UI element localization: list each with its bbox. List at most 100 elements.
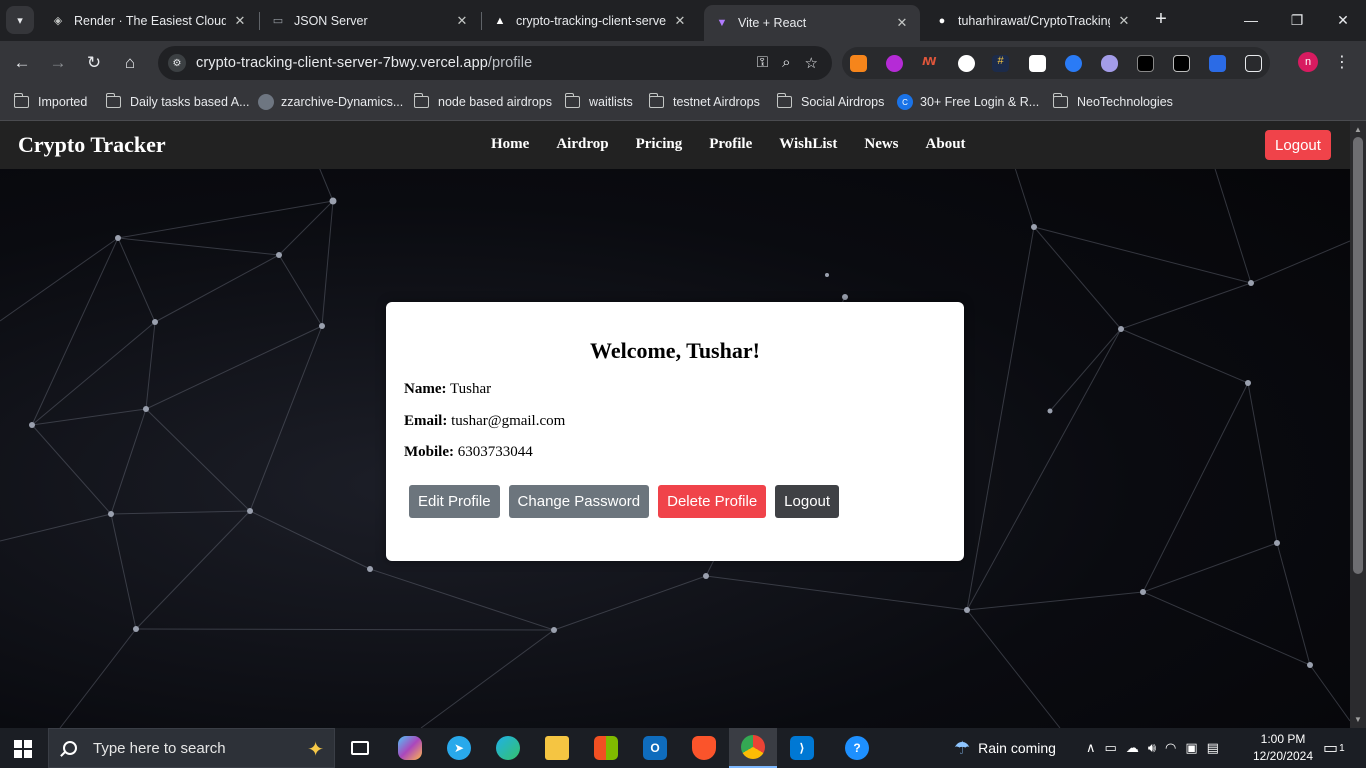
delete-profile-button[interactable]: Delete Profile bbox=[658, 485, 767, 518]
puzzle-extensions-icon[interactable] bbox=[1245, 55, 1262, 72]
bookmark-folder[interactable]: waitlists bbox=[564, 93, 633, 111]
bookmark-label: Social Airdrops bbox=[801, 95, 885, 109]
taskbar-app-chrome[interactable] bbox=[729, 728, 777, 768]
extension-icon[interactable] bbox=[958, 55, 975, 72]
scroll-up-icon[interactable]: ▲ bbox=[1354, 125, 1362, 134]
taskbar-clock[interactable]: 1:00 PM 12/20/2024 bbox=[1250, 731, 1316, 765]
windows-start-icon[interactable] bbox=[14, 740, 32, 758]
bookmark-link[interactable]: C 30+ Free Login & R... bbox=[897, 93, 1039, 111]
hashtag-extension-icon[interactable]: # bbox=[992, 55, 1009, 72]
close-icon[interactable]: ✕ bbox=[1116, 13, 1132, 29]
extension-icon[interactable] bbox=[1101, 55, 1118, 72]
cloud-icon[interactable]: ☁ bbox=[1126, 740, 1139, 756]
metamask-icon[interactable] bbox=[850, 55, 867, 72]
site-brand[interactable]: Crypto Tracker bbox=[18, 132, 166, 158]
home-icon: ⌂ bbox=[124, 53, 136, 72]
vite-icon: ▼ bbox=[716, 17, 728, 29]
browser-tab-active[interactable]: ▼ Vite + React ✕ bbox=[704, 5, 920, 41]
bookmark-star-icon[interactable]: ☆ bbox=[805, 54, 818, 72]
edit-profile-button[interactable]: Edit Profile bbox=[409, 485, 500, 518]
bookmark-link[interactable]: zzarchive-Dynamics... bbox=[258, 93, 403, 111]
nav-link-wishlist[interactable]: WishList bbox=[779, 136, 837, 153]
close-window-button[interactable]: ✕ bbox=[1320, 6, 1366, 34]
edge-icon bbox=[496, 736, 520, 760]
close-icon[interactable]: ✕ bbox=[232, 13, 248, 29]
zoom-icon[interactable]: ⌕ bbox=[782, 54, 790, 72]
page-scrollbar[interactable]: ▲ ▼ bbox=[1350, 121, 1366, 728]
taskbar-app-edge[interactable] bbox=[484, 728, 532, 768]
extension-icon[interactable] bbox=[1065, 55, 1082, 72]
browser-tab[interactable]: ▭ JSON Server ✕ bbox=[260, 5, 480, 36]
taskbar-app-vscode[interactable]: ⟩ bbox=[778, 728, 826, 768]
welcome-heading: Welcome, Tushar! bbox=[590, 338, 760, 363]
sparkle-icon: ✦ bbox=[307, 739, 324, 761]
display-icon[interactable]: ▤ bbox=[1207, 740, 1219, 756]
address-bar[interactable]: ⚙ crypto-tracking-client-server-7bwy.ver… bbox=[158, 46, 832, 80]
new-tab-button[interactable]: + bbox=[1150, 8, 1172, 30]
browser-tab[interactable]: ◈ Render · The Easiest Cloud For ✕ bbox=[40, 5, 258, 36]
battery-icon[interactable]: ▭ bbox=[1105, 740, 1117, 756]
profile-avatar[interactable]: n bbox=[1298, 52, 1318, 72]
extensions-area: ꟿ # bbox=[842, 47, 1270, 79]
name-value: Tushar bbox=[449, 381, 492, 397]
minimize-button[interactable]: — bbox=[1228, 6, 1274, 34]
taskbar-app-brave[interactable] bbox=[680, 728, 728, 768]
nav-link-profile[interactable]: Profile bbox=[709, 136, 752, 153]
chevron-up-icon[interactable]: ∧ bbox=[1086, 740, 1096, 756]
browser-tab[interactable]: ● tuharhirawat/CryptoTracking ✕ bbox=[924, 5, 1142, 36]
notification-center-button[interactable]: ▭ 1 bbox=[1323, 728, 1345, 768]
brave-icon bbox=[692, 736, 716, 760]
windows-taskbar: Type here to search ✦ ➤ O ⟩ ? ☂ Rain com… bbox=[0, 728, 1366, 768]
taskbar-search-box[interactable]: Type here to search ✦ bbox=[48, 728, 335, 768]
home-button[interactable]: ⌂ bbox=[117, 50, 143, 76]
url-text[interactable]: crypto-tracking-client-server-7bwy.verce… bbox=[196, 55, 532, 71]
bookmark-folder[interactable]: Daily tasks based A... bbox=[105, 93, 250, 111]
site-info-icon[interactable]: ⚙ bbox=[168, 54, 186, 72]
taskbar-app-copilot[interactable] bbox=[386, 728, 434, 768]
weather-widget[interactable]: ☂ Rain coming bbox=[954, 728, 1056, 768]
password-key-icon[interactable]: ⚿ bbox=[757, 54, 768, 72]
extension-icon[interactable]: ꟿ bbox=[922, 55, 939, 72]
reload-button[interactable]: ↻ bbox=[81, 50, 107, 76]
bookmark-folder[interactable]: Imported bbox=[13, 93, 87, 111]
more-menu-icon[interactable]: ⋮ bbox=[1334, 52, 1350, 72]
change-password-button[interactable]: Change Password bbox=[508, 485, 650, 518]
nav-link-news[interactable]: News bbox=[864, 136, 898, 153]
nav-link-home[interactable]: Home bbox=[491, 136, 529, 153]
nav-link-about[interactable]: About bbox=[926, 136, 966, 153]
navbar-logout-button[interactable]: Logout bbox=[1265, 130, 1331, 160]
extension-icon[interactable] bbox=[1029, 55, 1046, 72]
taskbar-app-outlook[interactable]: O bbox=[631, 728, 679, 768]
browser-tab[interactable]: ▲ crypto-tracking-client-server ✕ bbox=[482, 5, 698, 36]
bookmark-folder[interactable]: node based airdrops bbox=[413, 93, 552, 111]
taskbar-app-help[interactable]: ? bbox=[833, 728, 881, 768]
tab-title: JSON Server bbox=[294, 13, 368, 28]
forward-button[interactable]: → bbox=[45, 50, 71, 76]
back-button[interactable]: ← bbox=[9, 50, 35, 76]
bookmark-folder[interactable]: NeoTechnologies bbox=[1052, 93, 1173, 111]
search-placeholder: Type here to search bbox=[93, 739, 226, 757]
bookmark-folder[interactable]: Social Airdrops bbox=[776, 93, 885, 111]
close-icon[interactable]: ✕ bbox=[672, 13, 688, 29]
bookmark-folder[interactable]: testnet Airdrops bbox=[648, 93, 760, 111]
taskbar-app-explorer[interactable] bbox=[533, 728, 581, 768]
nav-link-pricing[interactable]: Pricing bbox=[636, 136, 683, 153]
extension-icon[interactable] bbox=[1173, 55, 1190, 72]
network-icon[interactable]: ▣ bbox=[1185, 740, 1197, 756]
tab-search-button[interactable]: ▾ bbox=[6, 6, 34, 34]
restore-button[interactable]: ❐ bbox=[1274, 6, 1320, 34]
logout-button[interactable]: Logout bbox=[775, 485, 840, 518]
wifi-icon[interactable]: ◠ bbox=[1165, 740, 1176, 756]
taskbar-app-store[interactable] bbox=[582, 728, 630, 768]
extension-icon[interactable] bbox=[1137, 55, 1154, 72]
extension-icon[interactable] bbox=[886, 55, 903, 72]
close-icon[interactable]: ✕ bbox=[894, 15, 910, 31]
scroll-thumb[interactable] bbox=[1353, 137, 1363, 574]
task-view-button[interactable] bbox=[336, 728, 384, 768]
close-icon[interactable]: ✕ bbox=[454, 13, 470, 29]
volume-icon[interactable]: 🔊︎ bbox=[1148, 740, 1156, 756]
scroll-down-icon[interactable]: ▼ bbox=[1354, 715, 1362, 724]
extension-icon[interactable] bbox=[1209, 55, 1226, 72]
nav-link-airdrop[interactable]: Airdrop bbox=[556, 136, 608, 153]
taskbar-app-telegram[interactable]: ➤ bbox=[435, 728, 483, 768]
